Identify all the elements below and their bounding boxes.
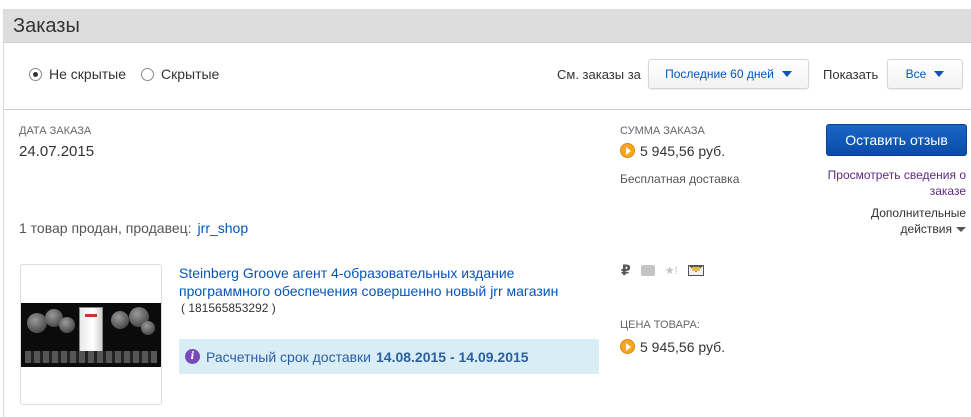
period-dropdown-value: Последние 60 дней xyxy=(665,67,774,81)
order-date-label: ДАТА ЗАКАЗА xyxy=(19,125,92,137)
show-label: Показать xyxy=(823,67,879,82)
leave-feedback-button[interactable]: Оставить отзыв xyxy=(826,124,967,156)
radio-not-hidden-label: Не скрытые xyxy=(49,66,127,82)
delivery-estimate: i Расчетный срок доставки 14.08.2015 - 1… xyxy=(179,339,599,374)
item-price-value: 5 945,56 руб. xyxy=(640,339,726,355)
star-icon: ★! xyxy=(664,265,678,277)
page-title: Заказы xyxy=(13,15,80,37)
orders-panel: Не скрытые Скрытые См. заказы за Последн… xyxy=(3,43,971,417)
delivery-dates: 14.08.2015 - 14.09.2015 xyxy=(376,348,529,365)
radio-unchecked-icon xyxy=(141,67,154,81)
seller-link[interactable]: jrr_shop xyxy=(198,220,249,236)
item-number: ( 181565853292 ) xyxy=(181,301,276,315)
caret-down-icon xyxy=(934,71,945,77)
item-price: 5 945,56 руб. xyxy=(620,339,725,355)
period-label: См. заказы за xyxy=(557,67,641,82)
order-status-icons: ₽ ★! xyxy=(621,262,704,279)
item-price-label: ЦЕНА ТОВАРА: xyxy=(620,319,700,331)
coin-icon xyxy=(620,143,635,158)
item-thumbnail[interactable] xyxy=(20,264,162,405)
order-date: 24.07.2015 xyxy=(19,143,95,160)
filter-bar: Не скрытые Скрытые См. заказы за Последн… xyxy=(4,43,971,110)
free-shipping: Бесплатная доставка xyxy=(620,172,740,186)
radio-not-hidden[interactable]: Не скрытые xyxy=(29,66,126,82)
page-header: Заказы xyxy=(3,9,971,43)
more-actions-label: Дополнительные действия xyxy=(871,206,966,236)
radio-checked-icon xyxy=(29,67,42,81)
view-order-details-link[interactable]: Просмотреть сведения о заказе xyxy=(806,167,966,199)
period-dropdown[interactable]: Последние 60 дней xyxy=(648,59,809,89)
show-dropdown[interactable]: Все xyxy=(887,59,963,89)
radio-hidden[interactable]: Скрытые xyxy=(141,66,219,82)
order-sum-label: СУММА ЗАКАЗА xyxy=(620,125,705,137)
info-icon: i xyxy=(185,349,200,364)
more-actions-menu[interactable]: Дополнительные действия xyxy=(846,205,966,237)
order-sum-value: 5 945,56 руб. xyxy=(640,143,726,159)
seller-text: 1 товар продан, продавец: xyxy=(19,220,192,236)
caret-down-icon xyxy=(956,227,966,232)
order-sum: 5 945,56 руб. xyxy=(620,143,725,159)
show-dropdown-value: Все xyxy=(905,67,927,81)
card-icon xyxy=(640,265,655,276)
delivery-label: Расчетный срок доставки xyxy=(206,348,371,365)
envelope-icon[interactable] xyxy=(687,265,704,276)
ruble-icon: ₽ xyxy=(621,262,631,278)
product-image xyxy=(21,303,161,367)
item-title-link[interactable]: Steinberg Groove агент 4-образовательных… xyxy=(179,264,584,300)
caret-down-icon xyxy=(781,71,792,77)
coin-icon xyxy=(620,339,635,354)
seller-row: 1 товар продан, продавец: jrr_shop xyxy=(19,220,248,236)
radio-hidden-label: Скрытые xyxy=(161,66,220,82)
